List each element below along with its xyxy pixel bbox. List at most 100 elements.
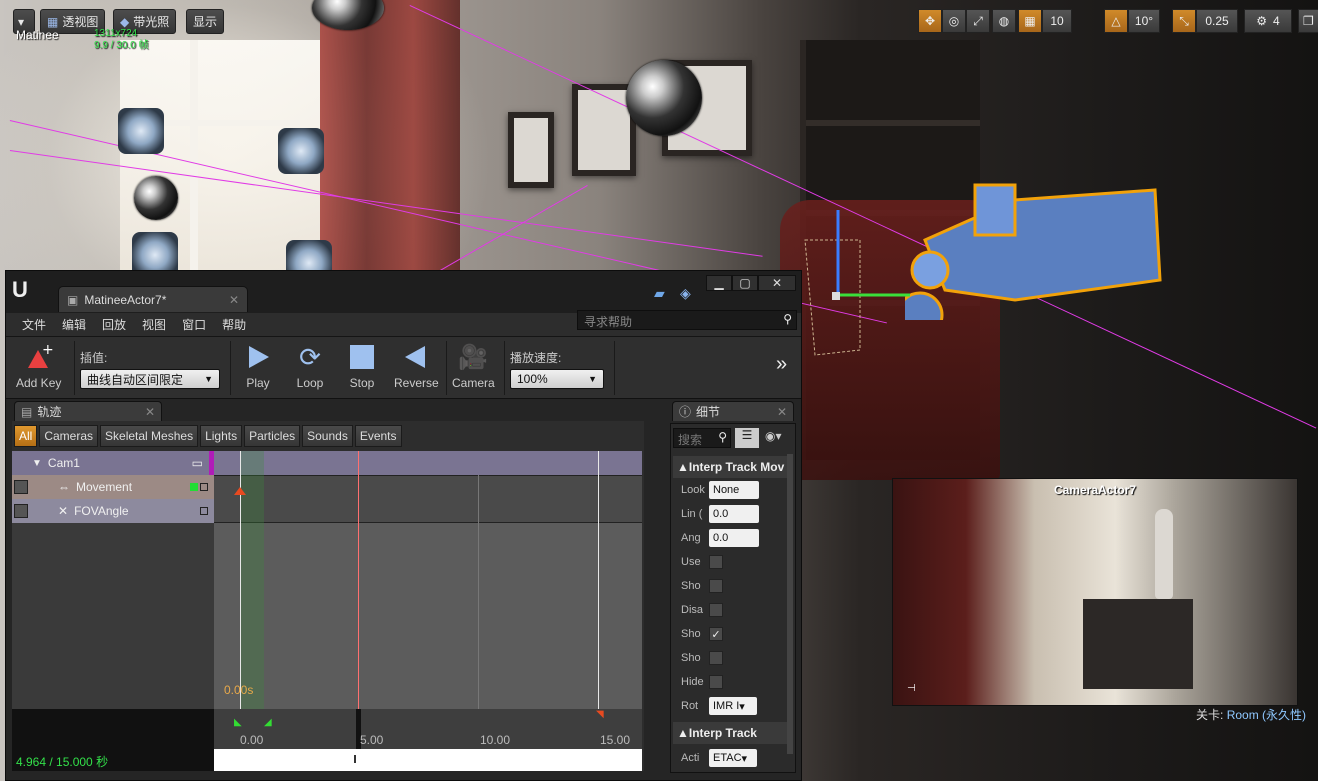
menu-view[interactable]: 视图 xyxy=(134,316,174,333)
toolbar-expand-icon[interactable]: » xyxy=(776,353,787,376)
play-icon xyxy=(242,341,274,373)
keyframe-marker[interactable] xyxy=(234,487,246,495)
loop-button[interactable]: ⟳ Loop xyxy=(294,341,326,391)
use-checkbox[interactable] xyxy=(709,555,723,569)
track-record-icon[interactable] xyxy=(200,483,208,491)
rotation-snap-icon[interactable]: △ xyxy=(1104,9,1128,33)
translate-mode-icon[interactable]: ✥ xyxy=(918,9,942,33)
show-checked-checkbox[interactable]: ✓ xyxy=(709,627,723,641)
playback-speed-select[interactable]: 100% ▼ xyxy=(510,369,604,389)
maximize-button[interactable]: ▢ xyxy=(732,275,758,291)
menu-edit[interactable]: 编辑 xyxy=(54,316,94,333)
track-name: Movement xyxy=(76,480,133,494)
scale-snap-value[interactable]: 0.25 xyxy=(1196,9,1238,33)
details-section-header[interactable]: ▲ Interp Track xyxy=(673,722,787,744)
rotate-mode-icon[interactable]: ◎ xyxy=(942,9,966,33)
chevron-down-icon: ▾ xyxy=(18,14,25,29)
time-status-area: 4.964 / 15.000 秒 xyxy=(12,709,214,771)
timeline-scrollbar[interactable] xyxy=(214,749,642,771)
camera-button[interactable]: 🎥 Camera xyxy=(452,341,495,391)
track-enable-checkbox[interactable] xyxy=(14,504,28,518)
filter-particles[interactable]: Particles xyxy=(244,425,301,447)
menu-help[interactable]: 帮助 xyxy=(214,316,254,333)
grid-snap-icon[interactable]: ▦ xyxy=(1018,9,1042,33)
menu-window[interactable]: 窗口 xyxy=(174,316,214,333)
track-record-icon[interactable] xyxy=(200,507,208,515)
feedback-icon[interactable]: ▰ xyxy=(654,285,665,302)
eye-icon[interactable]: ◉▾ xyxy=(765,429,782,443)
scroll-thumb[interactable] xyxy=(354,755,356,763)
filter-all[interactable]: All xyxy=(14,425,38,447)
fov-track-icon: ✕ xyxy=(58,504,69,518)
matinee-doc-tab[interactable]: ▣ MatineeActor7* ✕ xyxy=(58,286,248,312)
detail-row-active: Acti ETAC ▾ xyxy=(671,746,787,770)
ang-field[interactable]: 0.0 xyxy=(709,529,759,547)
add-key-button[interactable]: + Add Key xyxy=(16,341,61,390)
show-checkbox[interactable] xyxy=(709,579,723,593)
filter-skeletal-meshes[interactable]: Skeletal Meshes xyxy=(100,425,199,447)
filter-lights[interactable]: Lights xyxy=(200,425,243,447)
disable-checkbox[interactable] xyxy=(709,603,723,617)
spotlight-icon[interactable] xyxy=(278,128,324,174)
reflection-sphere[interactable] xyxy=(134,176,178,220)
stop-button[interactable]: Stop xyxy=(346,341,378,390)
tick-label: 15.00 xyxy=(600,733,631,747)
transform-gizmo[interactable] xyxy=(800,200,920,360)
menu-file[interactable]: 文件 xyxy=(14,316,54,333)
details-tab[interactable]: ⓘ 细节 ✕ xyxy=(672,401,794,421)
maximize-viewport-icon[interactable]: ❐ xyxy=(1298,9,1318,33)
lin-field[interactable]: 0.0 xyxy=(709,505,759,523)
world-space-icon[interactable]: ◍ xyxy=(992,9,1016,33)
filter-sounds[interactable]: Sounds xyxy=(302,425,353,447)
track-enable-checkbox[interactable] xyxy=(14,480,28,494)
view-options-icon[interactable]: ☰ xyxy=(735,428,759,448)
lookup-field[interactable]: None xyxy=(709,481,759,499)
detail-row-lin: Lin (0.0 xyxy=(671,502,787,526)
reverse-button[interactable]: Reverse xyxy=(394,341,439,390)
rotation-snap-value[interactable]: 10° xyxy=(1128,9,1160,33)
window-close-button[interactable]: ✕ xyxy=(758,275,796,291)
details-search-input[interactable]: 搜索 ⚲ xyxy=(673,428,731,448)
menu-playback[interactable]: 回放 xyxy=(94,316,134,333)
filter-events[interactable]: Events xyxy=(354,425,402,447)
chevron-down-icon[interactable]: ▼ xyxy=(32,458,42,469)
sequence-end-marker[interactable]: ◥ xyxy=(596,709,604,720)
interp-mode-select[interactable]: 曲线自动区间限定 ▼ xyxy=(80,369,220,389)
track-timeline[interactable]: 0.00s xyxy=(214,451,642,709)
scale-snap-icon[interactable]: ⤡ xyxy=(1172,9,1196,33)
show-button[interactable]: 显示 xyxy=(186,9,225,34)
content-icon[interactable]: ◈ xyxy=(680,285,691,302)
track-row-fovangle[interactable]: ✕ FOVAngle xyxy=(12,499,214,523)
close-icon[interactable]: ✕ xyxy=(229,293,239,307)
scale-mode-icon[interactable]: ⤢ xyxy=(966,9,990,33)
spotlight-icon[interactable] xyxy=(118,108,164,154)
grid-snap-value[interactable]: 10 xyxy=(1042,9,1072,33)
minimize-button[interactable]: ▁ xyxy=(706,275,732,291)
loop-start-marker[interactable]: ◣ xyxy=(234,717,242,728)
preview-title: CameraActor7 xyxy=(1053,483,1137,497)
time-ruler[interactable]: ◣ ◢ ◥ 0.00 5.00 10.00 15.00 xyxy=(214,709,642,749)
camera-actor-gizmo[interactable] xyxy=(905,180,1165,320)
details-section-header[interactable]: ▲ Interp Track Mov xyxy=(673,456,787,478)
rot-select[interactable]: IMR I ▾ xyxy=(709,697,757,715)
reflection-sphere[interactable] xyxy=(626,60,702,136)
detail-row-show: Sho xyxy=(671,574,787,598)
help-search-input[interactable]: 寻求帮助 ⚲ xyxy=(577,310,797,330)
active-select[interactable]: ETAC ▾ xyxy=(709,749,757,767)
hide-checkbox[interactable] xyxy=(709,675,723,689)
play-button[interactable]: Play xyxy=(242,341,274,390)
matinee-titlebar[interactable]: U ▣ MatineeActor7* ✕ ▰ ◈ ▁ ▢ ✕ xyxy=(6,271,801,313)
group-row-cam1[interactable]: ▼ Cam1 ▭ xyxy=(12,451,214,475)
close-icon[interactable]: ✕ xyxy=(145,405,155,419)
loop-end-marker[interactable]: ◢ xyxy=(264,717,272,728)
details-panel: 搜索 ⚲ ☰ ◉▾ ▲ Interp Track Mov Look None Li… xyxy=(670,423,796,773)
tracks-tab[interactable]: ▤ 轨迹 ✕ xyxy=(14,401,162,421)
wall-picture xyxy=(508,112,554,188)
close-icon[interactable]: ✕ xyxy=(777,405,787,419)
camera-speed-button[interactable]: ⚙ 4 xyxy=(1244,9,1292,33)
show2-checkbox[interactable] xyxy=(709,651,723,665)
filter-cameras[interactable]: Cameras xyxy=(39,425,99,447)
preview-vase xyxy=(1155,509,1173,599)
track-row-movement[interactable]: ⇔ Movement xyxy=(12,475,214,499)
details-scrollbar[interactable] xyxy=(787,454,793,754)
